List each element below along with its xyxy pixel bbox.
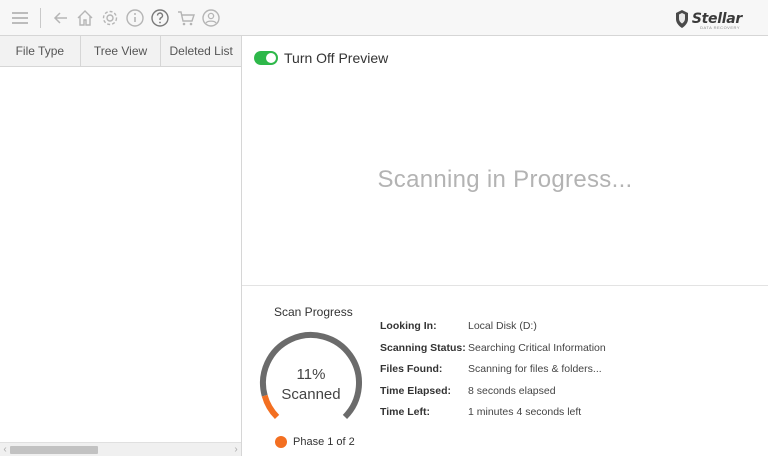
info-value: 8 seconds elapsed xyxy=(468,384,556,397)
info-key: Time Left: xyxy=(380,406,430,418)
progress-scanned-label: Scanned xyxy=(281,386,341,403)
back-arrow-icon[interactable] xyxy=(51,8,71,28)
progress-percent: 11% xyxy=(296,366,326,383)
toolbar-divider xyxy=(40,8,41,28)
settings-icon[interactable] xyxy=(100,8,120,28)
brand-subtitle: DATA RECOVERY xyxy=(700,25,740,30)
info-value: Local Disk (D:) xyxy=(468,320,537,332)
info-value: 1 minutes 4 seconds left xyxy=(468,406,582,418)
cart-icon[interactable] xyxy=(176,8,196,28)
info-icon[interactable] xyxy=(125,8,145,28)
home-icon[interactable] xyxy=(75,8,95,28)
toggle-knob xyxy=(266,53,276,63)
info-key: Time Elapsed: xyxy=(380,384,451,397)
scan-progress-title: Scan Progress xyxy=(274,305,353,319)
preview-toggle[interactable]: Turn Off Preview xyxy=(254,50,388,66)
info-value: Searching Critical Information xyxy=(468,341,606,354)
stellar-logo: Stellar DATA RECOVERY xyxy=(674,8,742,30)
scrollbar-thumb[interactable] xyxy=(10,446,98,454)
toggle-switch[interactable] xyxy=(254,51,278,65)
phase-indicator: Phase 1 of 2 xyxy=(275,436,355,448)
tab-file-type[interactable]: File Type xyxy=(0,36,81,66)
info-value: Scanning for files & folders... xyxy=(468,363,602,375)
stellar-logo-icon xyxy=(675,10,688,28)
horizontal-scrollbar[interactable]: ‹ › xyxy=(0,442,241,456)
scan-status-message: Scanning in Progress... xyxy=(377,166,633,193)
left-panel: File Type Tree View Deleted List ‹ › xyxy=(0,36,242,456)
info-key: Files Found: xyxy=(380,363,443,375)
info-key: Scanning Status: xyxy=(380,341,466,354)
tab-deleted-list[interactable]: Deleted List xyxy=(161,36,241,66)
preview-panel: Turn Off Preview Scanning in Progress...… xyxy=(242,36,768,456)
tab-tree-view[interactable]: Tree View xyxy=(81,36,162,66)
progress-gauge xyxy=(260,332,362,420)
help-icon[interactable] xyxy=(150,8,170,28)
scroll-right-icon[interactable]: › xyxy=(231,444,241,456)
phase-label: Phase 1 of 2 xyxy=(293,436,355,448)
preview-toggle-label: Turn Off Preview xyxy=(284,50,389,66)
account-icon[interactable] xyxy=(201,8,221,28)
toolbar: Stellar DATA RECOVERY xyxy=(0,0,768,36)
view-tabs: File Type Tree View Deleted List xyxy=(0,36,241,67)
scroll-left-icon[interactable]: ‹ xyxy=(0,444,10,456)
info-key: Looking In: xyxy=(380,320,437,332)
menu-icon[interactable] xyxy=(10,8,30,28)
scan-progress-section: Scan Progress 11% Scanned Phase 1 of 2 L… xyxy=(242,285,768,456)
phase-dot xyxy=(275,436,287,448)
